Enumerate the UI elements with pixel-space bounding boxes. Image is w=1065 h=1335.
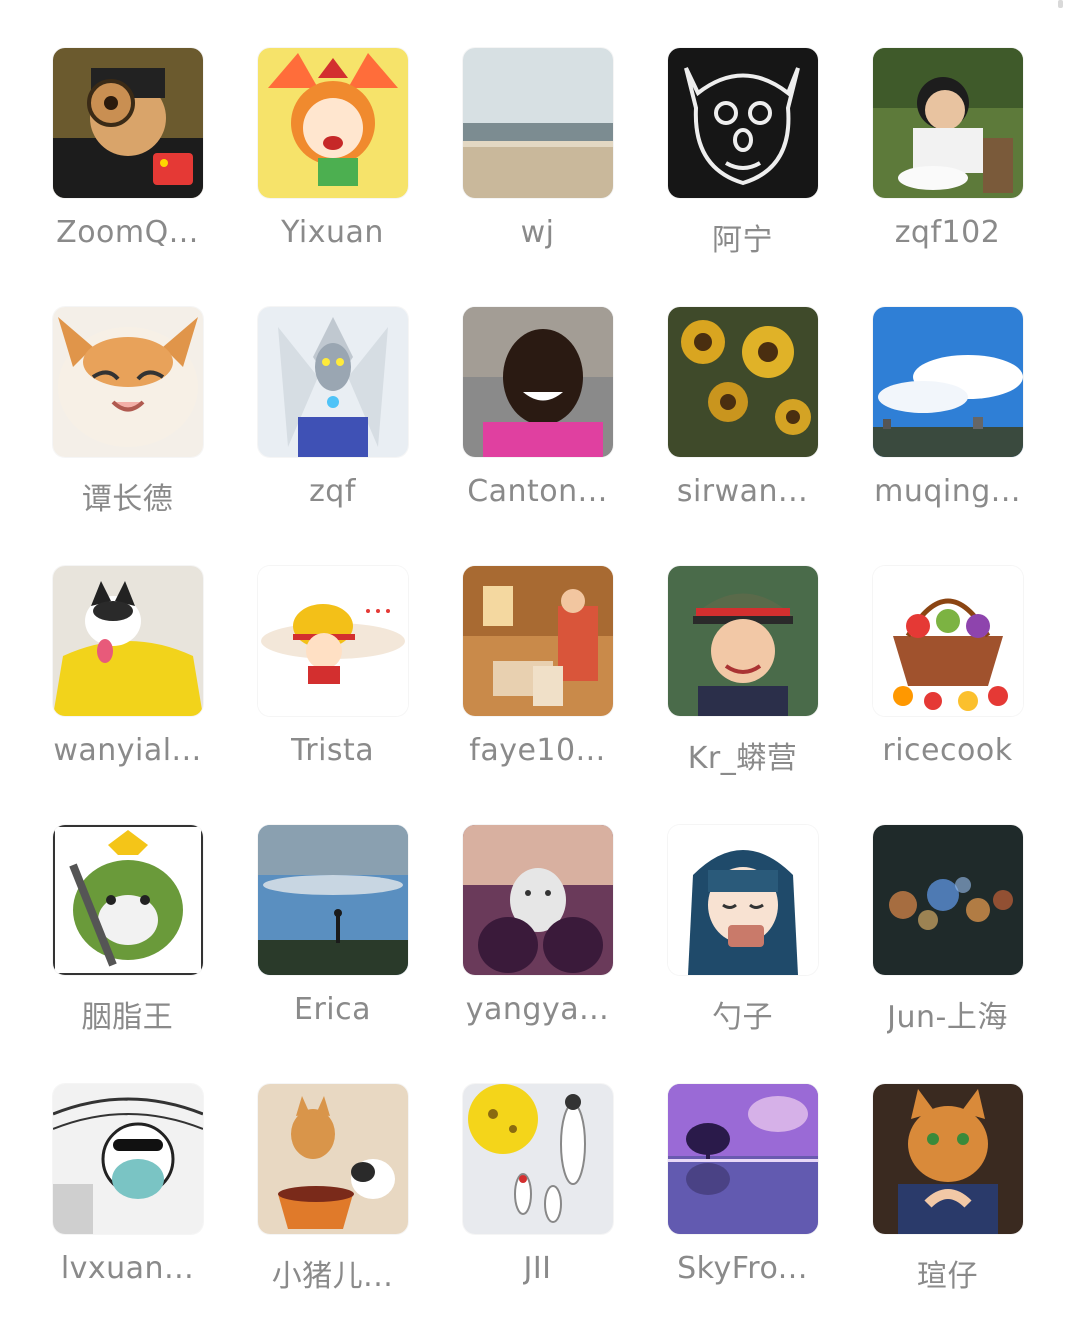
member-item[interactable]: ricecook — [845, 558, 1050, 817]
blue-sky-avatar[interactable] — [872, 307, 1023, 457]
member-item[interactable]: faye10... — [435, 558, 640, 817]
member-name: 胭脂王 — [81, 1000, 174, 1035]
reading-woman-avatar[interactable] — [462, 566, 613, 716]
member-item[interactable]: Kr_蟒营 — [640, 558, 845, 817]
member-item[interactable]: wj — [435, 40, 640, 299]
sunflowers-avatar[interactable] — [667, 307, 818, 457]
member-name: SkyFro... — [677, 1251, 808, 1286]
member-item[interactable]: 小猪儿... — [230, 1076, 435, 1335]
beach-avatar[interactable] — [462, 48, 613, 198]
smiling-man-avatar[interactable] — [462, 307, 613, 457]
boy-in-cap-avatar[interactable] — [667, 566, 818, 716]
member-name: Canton... — [467, 474, 608, 509]
member-name: Erica — [293, 992, 371, 1027]
member-item[interactable]: Trista — [230, 558, 435, 817]
member-item[interactable]: wanyial... — [25, 558, 230, 817]
member-item[interactable]: 勺子 — [640, 817, 845, 1076]
member-item[interactable]: sirwan... — [640, 299, 845, 558]
member-name: Yixuan — [281, 215, 384, 250]
member-name: 小猪儿... — [271, 1259, 394, 1294]
member-name: JII — [523, 1251, 552, 1286]
husky-dog-avatar[interactable] — [52, 566, 203, 716]
member-name: muqing... — [874, 474, 1021, 509]
member-name: ricecook — [882, 733, 1013, 768]
member-name: lvxuan... — [60, 1251, 195, 1286]
member-item[interactable]: Yixuan — [230, 40, 435, 299]
member-item[interactable]: yangya... — [435, 817, 640, 1076]
member-name: ZoomQ... — [56, 215, 199, 250]
member-item[interactable]: zqf — [230, 299, 435, 558]
straw-hat-cartoon-avatar[interactable] — [257, 566, 408, 716]
member-name: zqf102 — [894, 215, 1001, 250]
child-painting-avatar[interactable] — [872, 48, 1023, 198]
member-name: wj — [520, 215, 555, 250]
member-item[interactable]: zqf102 — [845, 40, 1050, 299]
purple-lake-avatar[interactable] — [667, 1084, 818, 1234]
sky-silhouette-avatar[interactable] — [257, 825, 408, 975]
illustration-figures-avatar[interactable] — [462, 1084, 613, 1234]
ultraman-avatar[interactable] — [257, 307, 408, 457]
member-item[interactable]: Jun-上海 — [845, 817, 1050, 1076]
kitten-in-hands-avatar[interactable] — [462, 825, 613, 975]
member-name: 阿宁 — [712, 223, 773, 258]
member-item[interactable]: 阿宁 — [640, 40, 845, 299]
man-with-magnifier-avatar[interactable] — [52, 48, 203, 198]
member-item[interactable]: SkyFro... — [640, 1076, 845, 1335]
member-name: yangya... — [465, 992, 610, 1027]
member-name: 勺子 — [712, 1000, 773, 1035]
member-name: Trista — [290, 733, 375, 768]
vegetable-basket-avatar[interactable] — [872, 566, 1023, 716]
sketch-man-mask-avatar[interactable] — [52, 1084, 203, 1234]
member-item[interactable]: 瑄仔 — [845, 1076, 1050, 1335]
member-name: wanyial... — [53, 733, 202, 768]
member-item[interactable]: lvxuan... — [25, 1076, 230, 1335]
member-item[interactable]: ZoomQ... — [25, 40, 230, 299]
member-item[interactable]: 谭长德 — [25, 299, 230, 558]
member-name: sirwan... — [676, 474, 809, 509]
member-item[interactable]: muqing... — [845, 299, 1050, 558]
cats-with-bowl-avatar[interactable] — [257, 1084, 408, 1234]
member-name: zqf — [309, 474, 356, 509]
member-item[interactable]: 胭脂王 — [25, 817, 230, 1076]
member-item[interactable]: Canton... — [435, 299, 640, 558]
anime-girl-camera-avatar[interactable] — [667, 825, 818, 975]
smiling-cat-avatar[interactable] — [52, 307, 203, 457]
member-item[interactable]: Erica — [230, 817, 435, 1076]
cartoon-cat-warrior-avatar[interactable] — [52, 825, 203, 975]
member-name: 瑄仔 — [917, 1259, 978, 1294]
member-name: 谭长德 — [81, 482, 174, 517]
member-item[interactable]: JII — [435, 1076, 640, 1335]
member-grid: ZoomQ... Yixuan wj 阿宁 zqf102 谭长德 zqf Canton... s… — [25, 40, 1050, 1335]
member-name: faye10... — [469, 733, 606, 768]
cat-head-person-avatar[interactable] — [872, 1084, 1023, 1234]
member-name: Kr_蟒营 — [687, 741, 798, 776]
anime-girl-avatar[interactable] — [257, 48, 408, 198]
bokeh-lights-avatar[interactable] — [872, 825, 1023, 975]
doodle-face-avatar[interactable] — [667, 48, 818, 198]
scroll-indicator[interactable] — [1058, 0, 1063, 8]
member-name: Jun-上海 — [887, 1000, 1008, 1035]
